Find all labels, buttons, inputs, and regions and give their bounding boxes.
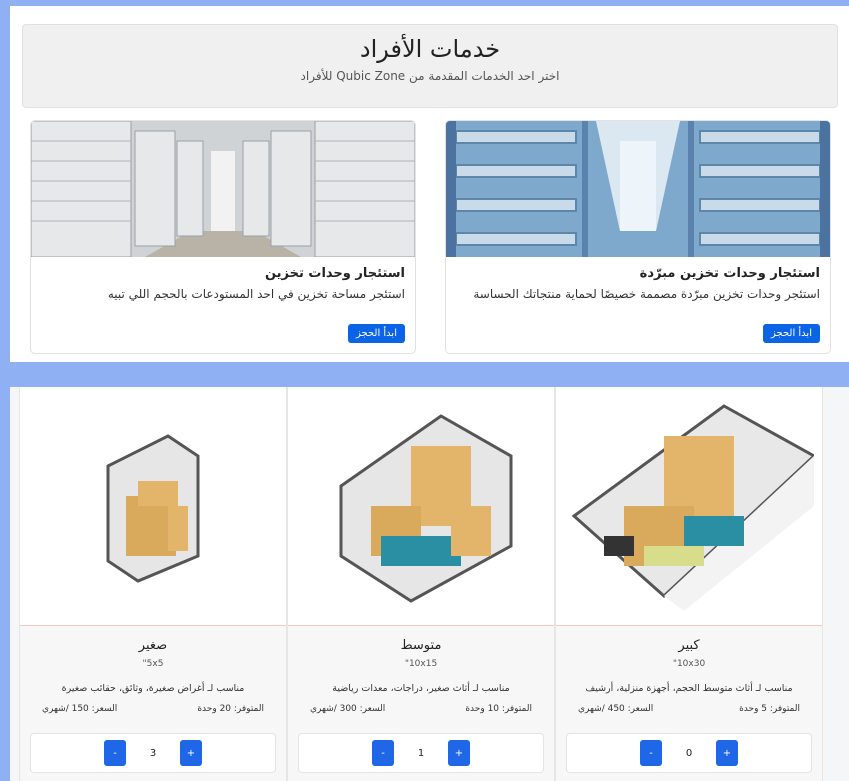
quantity-value: 3 bbox=[149, 747, 157, 759]
page-header: خدمات الأفراد اختر احد الخدمات المقدمة م… bbox=[22, 24, 838, 108]
unit-card-large: كبير 10x30" مناسب لـ أثاث متوسط الحجم، أ… bbox=[555, 387, 823, 781]
unit-size-panel: كبير 10x30" مناسب لـ أثاث متوسط الحجم، أ… bbox=[10, 387, 849, 781]
storage-image bbox=[31, 121, 415, 257]
medium-unit-image bbox=[288, 387, 554, 626]
cold-storage-card: استئجار وحدات تخزين مبرّدة استئجر وحدات … bbox=[445, 120, 831, 354]
quantity-stepper: - 3 + bbox=[30, 733, 276, 773]
quantity-stepper: - 1 + bbox=[298, 733, 544, 773]
decrement-button[interactable]: - bbox=[372, 740, 394, 766]
increment-button[interactable]: + bbox=[448, 740, 470, 766]
unit-available: المتوفر: 5 وحدة bbox=[739, 704, 800, 714]
decrement-button[interactable]: - bbox=[104, 740, 126, 766]
unit-price: السعر: 300 /شهري bbox=[310, 704, 386, 714]
unit-dimensions: 10x15" bbox=[404, 659, 438, 669]
quantity-value: 1 bbox=[417, 747, 425, 759]
unit-description: مناسب لـ أثاث صغير، دراجات، معدات رياضية bbox=[332, 683, 510, 694]
unit-dimensions: 5x5" bbox=[142, 659, 164, 669]
individual-services-panel: خدمات الأفراد اختر احد الخدمات المقدمة م… bbox=[10, 6, 849, 362]
page-subtitle: اختر احد الخدمات المقدمة من Qubic Zone ل… bbox=[300, 69, 560, 83]
increment-button[interactable]: + bbox=[180, 740, 202, 766]
storage-title: استئجار وحدات تخزين bbox=[264, 266, 405, 281]
unit-price: السعر: 450 /شهري bbox=[578, 704, 654, 714]
unit-dimensions: 10x30" bbox=[672, 659, 706, 669]
small-unit-image bbox=[20, 387, 286, 626]
unit-available: المتوفر: 10 وحدة bbox=[465, 704, 532, 714]
storage-book-button[interactable]: ابدأ الحجز bbox=[347, 324, 405, 343]
unit-card-medium: متوسط 10x15" مناسب لـ أثاث صغير، دراجات،… bbox=[287, 387, 555, 781]
quantity-value: 0 bbox=[685, 747, 693, 759]
quantity-stepper: - 0 + bbox=[566, 733, 812, 773]
storage-card: استئجار وحدات تخزين استئجر مساحة تخزين ف… bbox=[30, 120, 416, 354]
page-title: خدمات الأفراد bbox=[359, 35, 501, 63]
unit-name: صغير bbox=[138, 638, 168, 653]
unit-description: مناسب لـ أغراض صغيرة، وثائق، حقائب صغيرة bbox=[61, 683, 245, 694]
cold-storage-description: استئجر وحدات تخزين مبرّدة مصممة خصيصًا ل… bbox=[473, 287, 820, 301]
decrement-button[interactable]: - bbox=[640, 740, 662, 766]
cold-storage-image bbox=[446, 121, 830, 257]
cold-storage-title: استئجار وحدات تخزين مبرّدة bbox=[639, 266, 820, 281]
unit-available: المتوفر: 20 وحدة bbox=[197, 704, 264, 714]
cold-storage-book-button[interactable]: ابدأ الحجز bbox=[762, 324, 820, 343]
unit-card-small: صغير 5x5" مناسب لـ أغراض صغيرة، وثائق، ح… bbox=[19, 387, 287, 781]
unit-description: مناسب لـ أثاث متوسط الحجم، أجهزة منزلية،… bbox=[585, 683, 793, 694]
large-unit-image bbox=[556, 387, 822, 626]
storage-description: استئجر مساحة تخزين في احد المستودعات بال… bbox=[107, 287, 405, 301]
unit-name: كبير bbox=[678, 638, 700, 653]
unit-name: متوسط bbox=[400, 638, 442, 653]
unit-price: السعر: 150 /شهري bbox=[42, 704, 118, 714]
increment-button[interactable]: + bbox=[716, 740, 738, 766]
